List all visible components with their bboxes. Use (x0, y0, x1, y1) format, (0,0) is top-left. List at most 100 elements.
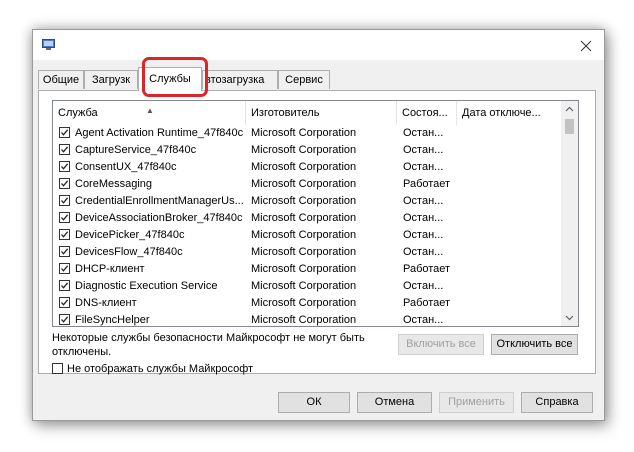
enable-all-button[interactable]: Включить все (398, 334, 484, 355)
checkmark-icon (61, 214, 69, 221)
checkmark-icon (61, 231, 69, 238)
security-services-note: Некоторые службы безопасности Майкрософт… (52, 332, 365, 358)
service-checkbox[interactable] (59, 212, 70, 223)
table-row[interactable]: CoreMessaging Microsoft Corporation Работа… (53, 176, 562, 193)
column-header-service[interactable]: ▲ Служба (53, 101, 246, 125)
manufacturer-cell: Microsoft Corporation (251, 178, 357, 190)
manufacturer-cell: Microsoft Corporation (251, 195, 357, 207)
table-row[interactable]: CaptureService_47f840c Microsoft Corporat… (53, 142, 562, 159)
checkmark-icon (61, 129, 69, 136)
apply-button[interactable]: Применить (439, 392, 514, 413)
service-checkbox[interactable] (59, 246, 70, 257)
service-name-cell: DevicePicker_47f840c (75, 229, 185, 241)
status-cell: Работает (403, 263, 451, 275)
disable-all-button[interactable]: Отключить все (491, 334, 578, 355)
service-name-cell: CoreMessaging (75, 178, 153, 190)
close-icon[interactable] (578, 38, 594, 54)
service-checkbox[interactable] (59, 144, 70, 155)
table-row[interactable]: Agent Activation Runtime_47f840c Microsof… (53, 125, 562, 142)
table-row[interactable]: CredentialEnrollmentManagerUs... Microsof… (53, 193, 562, 210)
status-cell: Остан... (403, 229, 444, 241)
help-button[interactable]: Справка (521, 392, 593, 413)
status-cell: Остан... (403, 314, 444, 326)
manufacturer-cell: Microsoft Corporation (251, 280, 357, 292)
manufacturer-cell: Microsoft Corporation (251, 161, 357, 173)
tab-tools[interactable]: Сервис (278, 70, 330, 89)
service-checkbox[interactable] (59, 178, 70, 189)
checkmark-icon (61, 282, 69, 289)
manufacturer-cell: Microsoft Corporation (251, 144, 357, 156)
table-row[interactable]: DNS-клиент Microsoft Corporation Работает (53, 295, 562, 312)
table-row[interactable]: DHCP-клиент Microsoft Corporation Работает (53, 261, 562, 278)
tab-services[interactable]: Службы (138, 67, 202, 91)
manufacturer-cell: Microsoft Corporation (251, 229, 357, 241)
service-name-cell: DevicesFlow_47f840c (75, 246, 183, 258)
table-row[interactable]: DevicesFlow_47f840c Microsoft Corporation… (53, 244, 562, 261)
service-name-cell: Diagnostic Execution Service (75, 280, 218, 292)
manufacturer-cell: Microsoft Corporation (251, 263, 357, 275)
tab-general[interactable]: Общие (38, 70, 84, 89)
tab-startup[interactable]: втозагрузка (202, 70, 278, 89)
manufacturer-cell: Microsoft Corporation (251, 246, 357, 258)
table-row[interactable]: FileSyncHelper Microsoft Corporation Остан… (53, 312, 562, 326)
hide-microsoft-services-checkbox[interactable] (52, 363, 63, 374)
status-cell: Работает (403, 178, 451, 190)
title-bar[interactable] (33, 30, 604, 60)
checkmark-icon (61, 265, 69, 272)
service-checkbox[interactable] (59, 161, 70, 172)
checkmark-icon (61, 180, 69, 187)
service-name-cell: ConsentUX_47f840c (75, 161, 177, 173)
status-cell: Остан... (403, 280, 444, 292)
checkmark-icon (61, 316, 69, 323)
status-cell: Остан... (403, 212, 444, 224)
table-row[interactable]: DevicePicker_47f840c Microsoft Corporatio… (53, 227, 562, 244)
service-checkbox[interactable] (59, 195, 70, 206)
cancel-button[interactable]: Отмена (357, 392, 432, 413)
service-name-cell: FileSyncHelper (75, 314, 150, 326)
service-name-cell: CaptureService_47f840c (75, 144, 197, 156)
service-checkbox[interactable] (59, 280, 70, 291)
service-name-cell: DeviceAssociationBroker_47f840c (75, 212, 243, 224)
scrollbar-thumb[interactable] (565, 119, 574, 134)
table-row[interactable]: ConsentUX_47f840c Microsoft Corporation Ос… (53, 159, 562, 176)
status-cell: Работает (403, 297, 451, 309)
service-name-cell: DNS-клиент (75, 297, 137, 309)
status-cell: Остан... (403, 246, 444, 258)
checkmark-icon (61, 248, 69, 255)
checkmark-icon (61, 197, 69, 204)
service-checkbox[interactable] (59, 314, 70, 325)
service-checkbox[interactable] (59, 263, 70, 274)
column-header-status[interactable]: Состоя... (397, 101, 457, 125)
manufacturer-cell: Microsoft Corporation (251, 212, 357, 224)
service-name-cell: DHCP-клиент (75, 263, 145, 275)
chevron-down-icon[interactable] (561, 309, 578, 326)
service-checkbox[interactable] (59, 297, 70, 308)
table-row[interactable]: Diagnostic Execution Service Microsoft Co… (53, 278, 562, 295)
manufacturer-cell: Microsoft Corporation (251, 127, 357, 139)
ok-button[interactable]: ОК (278, 392, 350, 413)
app-icon (42, 39, 55, 50)
column-header-manufacturer[interactable]: Изготовитель (246, 101, 397, 125)
manufacturer-cell: Microsoft Corporation (251, 297, 357, 309)
service-checkbox[interactable] (59, 127, 70, 138)
sort-up-arrow-icon: ▲ (146, 106, 154, 115)
checkmark-icon (61, 163, 69, 170)
manufacturer-cell: Microsoft Corporation (251, 314, 357, 326)
list-header: ▲ Служба Изготовитель Состоя... Дата отк… (53, 101, 560, 125)
hide-microsoft-services-label: Не отображать службы Майкрософт (67, 363, 254, 375)
service-name-cell: Agent Activation Runtime_47f840c (75, 127, 244, 139)
service-name-cell: CredentialEnrollmentManagerUs... (75, 195, 244, 207)
column-header-date-disabled[interactable]: Дата отключе... (457, 101, 560, 125)
column-header-service-label: Служба (58, 107, 98, 119)
checkmark-icon (61, 146, 69, 153)
tab-boot[interactable]: Загрузк (84, 70, 138, 89)
chevron-up-icon[interactable] (561, 101, 578, 118)
services-list: ▲ Служба Изготовитель Состоя... Дата отк… (52, 100, 579, 327)
vertical-scrollbar[interactable] (561, 101, 578, 326)
checkmark-icon (61, 299, 69, 306)
table-row[interactable]: DeviceAssociationBroker_47f840c Microsoft… (53, 210, 562, 227)
service-checkbox[interactable] (59, 229, 70, 240)
status-cell: Остан... (403, 127, 444, 139)
list-rows: Agent Activation Runtime_47f840c Microsof… (53, 125, 562, 326)
status-cell: Остан... (403, 144, 444, 156)
